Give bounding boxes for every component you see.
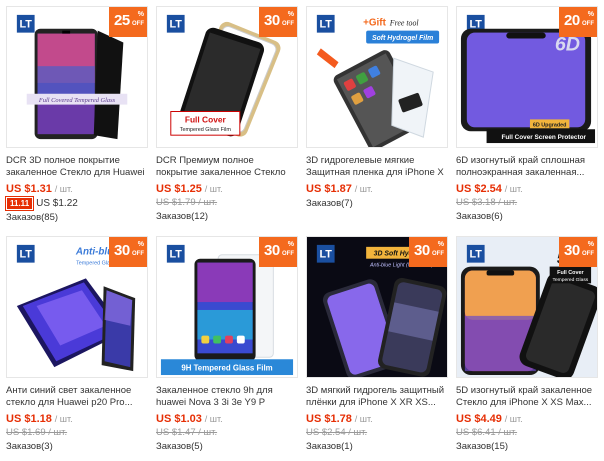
old-price: US $2.54 / шт.: [306, 427, 368, 438]
discount-badge: 30 % OFF: [559, 237, 597, 267]
product-title[interactable]: DCR 3D полное покрытие закаленное Стекло…: [6, 155, 148, 179]
product-card[interactable]: LT Anti-blue L Tempered Glass Film 30 % …: [6, 236, 148, 453]
product-image[interactable]: LT Full Covered Tempered Glass 25 % OFF: [6, 6, 148, 148]
product-price: US $1.78 / шт.: [306, 413, 373, 425]
brand-logo: LT: [320, 19, 333, 31]
product-card[interactable]: LT Full Covered Tempered Glass 25 % OFF …: [4, 6, 148, 224]
discount-badge: 30 % OFF: [259, 237, 297, 267]
discount-badge: 25 % OFF: [109, 7, 147, 37]
product-image[interactable]: LT 5D Full Cover Tempered Glass 30 % OFF: [456, 236, 598, 378]
orders-count: Заказов(6): [456, 211, 503, 222]
old-price: US $1.79 / шт.: [156, 197, 218, 208]
product-price: US $4.49 / шт.: [456, 413, 523, 425]
product-card[interactable]: LT 9H Tempered Glass Film 30 % OFF Закал…: [156, 236, 298, 453]
product-image[interactable]: LT Full Cover Tempered Glass Film 30 % O…: [156, 6, 298, 148]
old-price: US $6.41 / шт.: [456, 427, 518, 438]
orders-count: Заказов(85): [6, 212, 59, 223]
product-image[interactable]: LT Anti-blue L Tempered Glass Film 30 % …: [6, 236, 148, 378]
product-title[interactable]: Анти синий свет закаленное стекло для Hu…: [6, 385, 148, 409]
brand-logo: LT: [170, 249, 183, 261]
product-grid: LT Full Covered Tempered Glass 25 % OFF …: [0, 0, 604, 461]
product-banner: Full Covered Tempered Glass: [38, 97, 116, 104]
gift-label: +Gift: [363, 18, 386, 29]
orders-count: Заказов(3): [6, 441, 53, 452]
product-title[interactable]: 3D мягкий гидрогель защитный плёнки для …: [306, 385, 448, 409]
orders-count: Заказов(15): [456, 441, 509, 452]
gift-sub: Free tool: [389, 19, 420, 28]
brand-logo: LT: [20, 249, 33, 261]
orders-count: Заказов(7): [306, 198, 353, 209]
product-banner: 9H Tempered Glass Film: [181, 364, 272, 373]
brand-logo: LT: [20, 19, 33, 31]
old-price: US $1.47 / шт.: [156, 427, 218, 438]
product-banner-sub: Tempered Glass Film: [180, 127, 232, 133]
product-title[interactable]: 5D изогнутый край закаленное Стекло для …: [456, 385, 598, 409]
product-banner: Full Cover: [557, 270, 584, 276]
product-photo: LT +Gift Free tool Soft Hydrogel Film: [307, 7, 447, 147]
product-price: US $1.03 / шт.: [156, 413, 223, 425]
orders-count: Заказов(1): [306, 441, 353, 452]
product-title[interactable]: 3D гидрогелевые мягкие Защитная пленка д…: [306, 155, 448, 179]
old-price: US $3.18 / шт.: [456, 197, 518, 208]
product-image[interactable]: LT 6D 6D Upgraded Full Cover Screen Prot…: [456, 6, 598, 148]
product-title[interactable]: Закаленное стекло 9h для huawei Nova 3 3…: [156, 385, 298, 409]
product-image[interactable]: LT 9H Tempered Glass Film 30 % OFF: [156, 236, 298, 378]
product-image[interactable]: LT +Gift Free tool Soft Hydrogel Film: [306, 6, 448, 148]
product-card[interactable]: LT 5D Full Cover Tempered Glass 30 % OFF: [456, 236, 598, 453]
product-banner: Full Cover: [185, 114, 227, 124]
product-price: US $2.54 / шт.: [456, 183, 523, 195]
orders-count: Заказов(5): [156, 441, 203, 452]
product-title[interactable]: 6D изогнутый край сплошная полноэкранная…: [456, 155, 598, 179]
product-banner: 6D Upgraded: [533, 122, 567, 128]
discount-badge: 20 % OFF: [559, 7, 597, 37]
brand-logo: LT: [470, 249, 483, 261]
discount-badge: 30 % OFF: [259, 7, 297, 37]
product-banner-sub: Tempered Glass: [553, 277, 589, 283]
brand-logo: LT: [320, 249, 333, 261]
product-price: US $1.31 / шт.: [6, 183, 73, 195]
discount-badge: 30 % OFF: [109, 237, 147, 267]
discount-badge: 30 % OFF: [409, 237, 447, 267]
product-title[interactable]: DCR Премиум полное покрытие закаленное С…: [156, 155, 298, 179]
promo-tag: 11.11: [4, 196, 35, 211]
old-price: US $1.69 / шт.: [6, 427, 68, 438]
product-price: US $1.25 / шт.: [156, 183, 223, 195]
product-image[interactable]: LT 3D Soft Hydrogel Anti-blue Light (Not…: [306, 236, 448, 378]
product-price: US $1.18 / шт.: [6, 413, 73, 425]
product-card[interactable]: LT 6D 6D Upgraded Full Cover Screen Prot…: [456, 6, 598, 223]
product-banner-sub: Full Cover Screen Protector: [501, 134, 586, 141]
product-card[interactable]: LT +Gift Free tool Soft Hydrogel Film 3D…: [306, 6, 448, 210]
product-price: US $1.87 / шт.: [306, 183, 373, 195]
promo-price: 11.11 US $1.22: [4, 196, 148, 211]
product-card[interactable]: LT 3D Soft Hydrogel Anti-blue Light (Not…: [306, 236, 448, 453]
orders-count: Заказов(12): [156, 211, 209, 222]
brand-logo: LT: [170, 19, 183, 31]
product-banner: Soft Hydrogel Film: [372, 35, 433, 42]
product-card[interactable]: LT Full Cover Tempered Glass Film 30 % O…: [156, 6, 298, 223]
